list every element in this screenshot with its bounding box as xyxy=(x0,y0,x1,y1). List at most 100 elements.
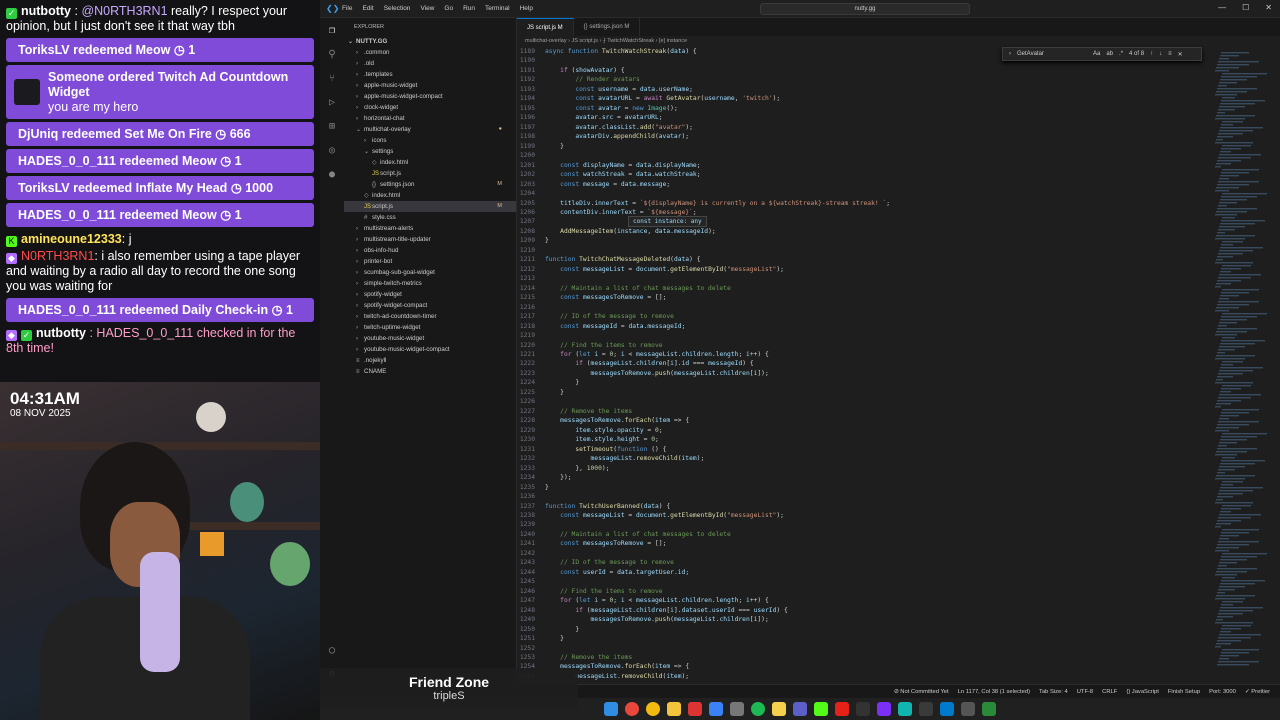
close-icon[interactable]: ✕ xyxy=(1178,51,1183,58)
file-tree-item[interactable]: › printer-bot xyxy=(344,256,516,267)
app-icon[interactable] xyxy=(730,702,744,716)
regex-icon[interactable]: .* xyxy=(1119,51,1123,57)
chrome-icon[interactable] xyxy=(625,702,639,716)
app-icon[interactable] xyxy=(709,702,723,716)
file-tree-item[interactable]: › apple-music-widget xyxy=(344,80,516,91)
status-item[interactable]: UTF-8 xyxy=(1077,689,1093,695)
file-tree-item[interactable]: › spotify-widget-compact xyxy=(344,300,516,311)
minimap[interactable] xyxy=(1207,46,1280,684)
github-icon[interactable]: ● xyxy=(320,162,344,186)
minimap-line xyxy=(1215,550,1229,552)
app-icon[interactable] xyxy=(961,702,975,716)
file-tree-item[interactable]: › multistream-alerts xyxy=(344,223,516,234)
start-icon[interactable] xyxy=(604,702,618,716)
file-tree-item[interactable]: › .common xyxy=(344,47,516,58)
file-tree-item[interactable]: ◇ index.html xyxy=(344,190,516,201)
menu-icon[interactable]: ≡ xyxy=(1168,51,1172,57)
file-tree-item[interactable]: # style.css xyxy=(344,212,516,223)
app-icon[interactable] xyxy=(688,702,702,716)
file-tree-item[interactable]: JSscript.js xyxy=(344,168,516,179)
folder-icon[interactable] xyxy=(667,702,681,716)
status-item[interactable]: ✓ Prettier xyxy=(1245,689,1270,695)
explorer-sidebar: EXPLORER ⌄ NUTTY.GG › .common › .old › .templa… xyxy=(344,18,517,684)
account-icon[interactable]: ◯ xyxy=(320,638,344,662)
editor-tab[interactable]: {} settings.json M xyxy=(574,18,641,36)
file-tree-item[interactable]: › .templates xyxy=(344,69,516,80)
file-tree-item[interactable]: ⌄ settings xyxy=(344,146,516,157)
menu-item[interactable]: View xyxy=(420,5,434,12)
run-debug-icon[interactable]: ▷ xyxy=(320,90,344,114)
minimap-line xyxy=(1217,208,1257,210)
file-tree-item[interactable]: ≡ CNAME xyxy=(344,366,516,377)
app-icon[interactable] xyxy=(919,702,933,716)
file-tree-item[interactable]: › simple-twitch-metrics xyxy=(344,278,516,289)
file-tree-item[interactable]: › scumbag-sub-goal-widget xyxy=(344,267,516,278)
file-tree-item[interactable]: ◇ index.html xyxy=(344,157,516,168)
chevron-right-icon[interactable]: › xyxy=(1009,51,1011,57)
menu-item[interactable]: Go xyxy=(444,5,453,12)
file-tree-item[interactable]: › spotify-widget xyxy=(344,289,516,300)
menu-item[interactable]: Edit xyxy=(362,5,373,12)
youtube-icon[interactable] xyxy=(835,702,849,716)
find-input[interactable]: GetAvatar xyxy=(1017,51,1087,57)
status-item[interactable]: Tab Size: 4 xyxy=(1039,689,1068,695)
file-tree-label: simple-twitch-metrics xyxy=(364,280,422,287)
status-item[interactable]: CRLF xyxy=(1102,689,1117,695)
breadcrumb[interactable]: multichat-overlay › JS script.js › ⨍ Twi… xyxy=(517,36,1280,46)
whole-word-icon[interactable]: ab xyxy=(1106,51,1113,57)
minimap-line xyxy=(1220,511,1231,513)
file-tree-item[interactable]: › horizontal-chat xyxy=(344,113,516,124)
status-item[interactable]: Ln 1177, Col 38 (1 selected) xyxy=(958,689,1030,695)
file-tree-item[interactable]: › .old xyxy=(344,58,516,69)
command-center-search[interactable]: nutty.gg xyxy=(760,3,970,15)
arrow-up-icon[interactable]: ↑ xyxy=(1150,51,1153,57)
file-tree-item[interactable]: › clock-widget xyxy=(344,102,516,113)
git-status-badge: ● xyxy=(498,126,502,132)
match-case-icon[interactable]: Aa xyxy=(1093,51,1100,57)
menu-item[interactable]: Terminal xyxy=(485,5,510,12)
app-icon[interactable] xyxy=(877,702,891,716)
extensions-icon[interactable]: ⊞ xyxy=(320,114,344,138)
file-tree-item[interactable]: › multistream-title-updater xyxy=(344,234,516,245)
menu-item[interactable]: Run xyxy=(463,5,475,12)
menu-item[interactable]: Selection xyxy=(384,5,411,12)
remote-icon[interactable]: ◎ xyxy=(320,138,344,162)
file-tree-item[interactable]: › obs-info-hud xyxy=(344,245,516,256)
app-icon[interactable] xyxy=(856,702,870,716)
app-icon[interactable] xyxy=(982,702,996,716)
file-tree-item[interactable]: JSscript.js M xyxy=(344,201,516,212)
app-icon[interactable] xyxy=(793,702,807,716)
menu-item[interactable]: File xyxy=(342,5,352,12)
maximize-icon[interactable]: ☐ xyxy=(1242,3,1249,12)
status-item[interactable]: Port: 3000 xyxy=(1209,689,1236,695)
app-icon[interactable] xyxy=(898,702,912,716)
status-item[interactable]: ⊘ Not Committed Yet xyxy=(894,689,949,695)
code-text: // Find the items to remove xyxy=(560,587,663,595)
minimize-icon[interactable]: — xyxy=(1218,3,1226,12)
file-tree-item[interactable]: › youtube-music-widget xyxy=(344,333,516,344)
kick-icon[interactable] xyxy=(814,702,828,716)
status-item[interactable]: {} JavaScript xyxy=(1126,689,1159,695)
close-icon[interactable]: ✕ xyxy=(1265,3,1272,12)
source-control-icon[interactable]: ⑂ xyxy=(320,66,344,90)
file-tree-item[interactable]: {} settings.json M xyxy=(344,179,516,190)
chrome-icon[interactable] xyxy=(646,702,660,716)
file-tree-item[interactable]: › apple-music-widget-compact xyxy=(344,91,516,102)
code-editor[interactable]: 1189 async function TwitchWatchStreak(dat… xyxy=(517,46,1207,684)
notes-icon[interactable] xyxy=(772,702,786,716)
file-tree-item[interactable]: ⌄ multichat-overlay ● xyxy=(344,124,516,135)
status-item[interactable]: Finish Setup xyxy=(1168,689,1200,695)
file-tree-item[interactable]: › youtube-music-widget-compact xyxy=(344,344,516,355)
menu-item[interactable]: Help xyxy=(520,5,533,12)
file-tree-item[interactable]: ≡ .nojekyll xyxy=(344,355,516,366)
workspace-root[interactable]: ⌄ NUTTY.GG xyxy=(344,36,516,47)
explorer-icon[interactable]: ❐ xyxy=(320,18,344,42)
search-icon[interactable]: ⚲ xyxy=(320,42,344,66)
arrow-down-icon[interactable]: ↓ xyxy=(1159,51,1162,57)
vscode-icon[interactable] xyxy=(940,702,954,716)
editor-tab[interactable]: JS script.js M xyxy=(517,18,574,36)
spotify-icon[interactable] xyxy=(751,702,765,716)
file-tree-item[interactable]: › icons xyxy=(344,135,516,146)
file-tree-item[interactable]: › twitch-ad-countdown-timer xyxy=(344,311,516,322)
file-tree-item[interactable]: › twitch-uptime-widget xyxy=(344,322,516,333)
